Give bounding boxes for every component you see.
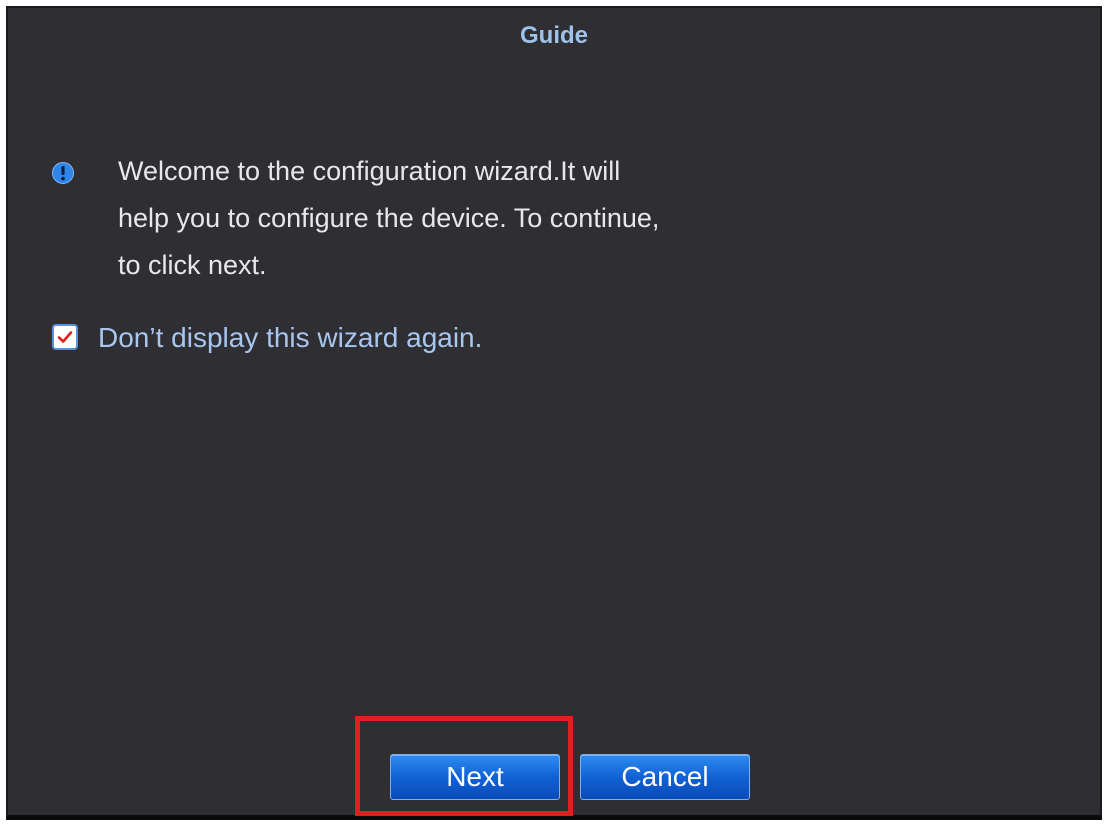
dialog-title: Guide — [519, 22, 588, 49]
dont-display-again-checkbox[interactable] — [52, 324, 78, 350]
info-icon — [52, 162, 74, 184]
dont-display-again-label: Don’t display this wizard again. — [98, 322, 483, 353]
welcome-message: Welcome to the configuration wizard.It w… — [118, 156, 660, 280]
cancel-button[interactable]: Cancel — [580, 754, 750, 800]
guide-dialog: Guide Welcome to the configuration wizar… — [6, 6, 1102, 820]
checkmark-icon — [57, 331, 73, 343]
next-button[interactable]: Next — [390, 754, 560, 800]
